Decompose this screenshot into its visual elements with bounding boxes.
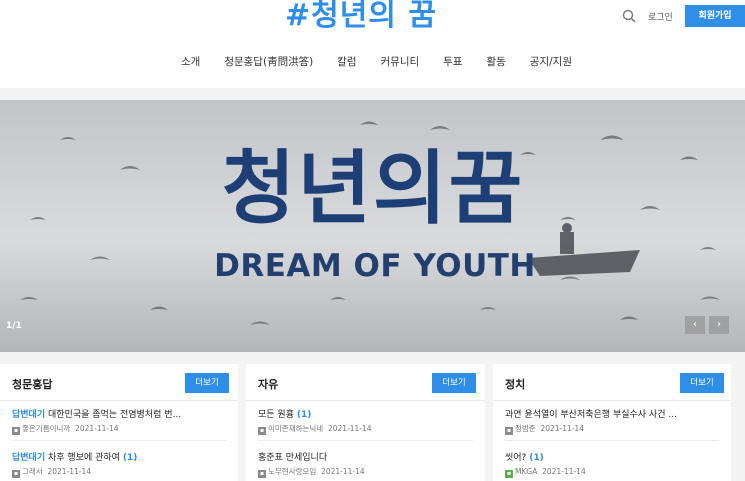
more-button[interactable]: 더보기 [185,373,229,393]
post-meta: ▪ MKGA 2021-11-14 [505,467,730,478]
nav-item-notice[interactable]: 공지/지원 [518,52,584,72]
post-date: 2021-11-14 [327,424,372,433]
post-date: 2021-11-14 [542,467,586,476]
divider [258,440,473,441]
post-title-text: 씻어? [505,453,527,463]
post-author[interactable]: 정범준 [515,424,536,433]
board-title: 정치 [505,378,526,391]
list-item[interactable]: 모든 원흉 (1) ▪ 이미존재하는닉네 2021-11-14 [258,409,483,435]
post-date: 2021-11-14 [75,424,119,433]
post-title[interactable]: 씻어? (1) [505,452,730,464]
login-link[interactable]: 로그인 [648,10,673,23]
board-header: 청문홍답 더보기 [0,364,238,401]
list-item[interactable]: 답변대기 차후 행보에 관하여 (1) ▪ 그래서 2021-11-14 [12,452,237,478]
main-nav: 소개 청문홍답(靑問洪答) 칼럼 커뮤니티 투표 활동 공지/지원 [0,52,745,72]
list-item[interactable]: 씻어? (1) ▪ MKGA 2021-11-14 [505,452,730,478]
slide-counter: 1/1 [6,321,22,331]
list-item[interactable]: 과연 윤석열이 부산저축은행 부실수사 사건 ... ▪ 정범준 2021-11-… [505,409,730,435]
post-meta: ▪ 정범준 2021-11-14 [505,424,730,435]
post-title-text: 차후 행보에 관하여 [48,453,120,463]
nav-item-intro[interactable]: 소개 [169,52,212,72]
list-item[interactable]: 답변대기 대한민국을 좀먹는 전염병처럼 번... ▪ 좋은기름이니까 2021-… [12,409,237,435]
comment-count: (1) [296,410,312,420]
level-icon: ▪ [505,427,513,435]
list-item[interactable]: 홍준표 만세입니다 ▪ 노무현사랑모임 2021-11-14 [258,452,483,478]
post-date: 2021-11-14 [540,424,585,433]
comment-count: (1) [122,453,138,463]
post-author[interactable]: 좋은기름이니까 [22,424,70,433]
board-header: 정치 더보기 [493,364,731,401]
nav-item-column[interactable]: 칼럼 [325,52,368,72]
post-date: 2021-11-14 [47,467,92,476]
post-meta: ▪ 좋은기름이니까 2021-11-14 [12,424,237,435]
hero-banner: 청년의꿈 DREAM OF YOUTH 1/1 ‹ › [0,100,745,352]
level-icon: ▪ [258,427,266,435]
status-tag: 답변대기 [12,410,46,420]
post-title[interactable]: 모든 원흉 (1) [258,409,483,421]
divider [505,440,719,441]
post-author[interactable]: 노무현사랑모임 [268,467,316,476]
hero-subtitle: DREAM OF YOUTH [214,248,536,284]
post-author[interactable]: 이미존재하는닉네 [268,424,323,433]
board-card-qna: 청문홍답 더보기 답변대기 대한민국을 좀먹는 전염병처럼 번... ▪ 좋은기름… [0,364,238,481]
nav-item-activity[interactable]: 활동 [474,52,517,72]
post-title[interactable]: 과연 윤석열이 부산저축은행 부실수사 사건 ... [505,409,730,421]
comment-count: (1) [529,453,544,463]
level-icon: ▪ [12,427,20,435]
nav-item-community[interactable]: 커뮤니티 [369,52,432,72]
more-button[interactable]: 더보기 [432,373,476,393]
more-button[interactable]: 더보기 [680,373,724,393]
post-meta: ▪ 노무현사랑모임 2021-11-14 [258,467,483,478]
board-title: 청문홍답 [12,378,53,391]
slide-next-button[interactable]: › [709,316,729,334]
level-icon-green: ▪ [505,470,513,478]
board-header: 자유 더보기 [246,364,485,401]
divider [12,440,226,441]
top-header: #청년의 꿈 로그인 회원가입 소개 청문홍답(靑問洪答) 칼럼 커뮤니티 투표… [0,0,745,88]
post-title-text: 홍준표 만세입니다 [258,453,328,463]
status-tag: 답변대기 [12,453,46,463]
post-meta: ▪ 그래서 2021-11-14 [12,467,237,478]
hero-title: 청년의꿈 [221,142,525,235]
level-icon: ▪ [12,470,20,478]
post-title[interactable]: 답변대기 대한민국을 좀먹는 전염병처럼 번... [12,409,237,421]
nav-item-qna[interactable]: 청문홍답(靑問洪答) [212,52,325,72]
join-button[interactable]: 회원가입 [685,5,745,27]
slide-prev-button[interactable]: ‹ [685,316,705,334]
post-title-text: 모든 원흉 [258,410,294,420]
post-title[interactable]: 답변대기 차후 행보에 관하여 (1) [12,452,237,464]
post-author[interactable]: MKGA [515,467,537,476]
post-date: 2021-11-14 [321,467,365,476]
post-author[interactable]: 그래서 [22,467,43,476]
board-card-politics: 정치 더보기 과연 윤석열이 부산저축은행 부실수사 사건 ... ▪ 정범준 2… [493,364,731,481]
level-icon: ▪ [258,470,266,478]
nav-item-vote[interactable]: 투표 [431,52,474,72]
post-meta: ▪ 이미존재하는닉네 2021-11-14 [258,424,483,435]
post-title[interactable]: 홍준표 만세입니다 [258,452,483,464]
board-card-free: 자유 더보기 모든 원흉 (1) ▪ 이미존재하는닉네 2021-11-14 홍준… [246,364,485,481]
post-title-text: 대한민국을 좀먹는 전염병처럼 번... [48,410,182,420]
post-title-text: 과연 윤석열이 부산저축은행 부실수사 사건 ... [505,410,677,420]
board-title: 자유 [258,378,279,391]
site-logo[interactable]: #청년의 꿈 [285,0,437,36]
search-icon[interactable] [622,9,636,23]
